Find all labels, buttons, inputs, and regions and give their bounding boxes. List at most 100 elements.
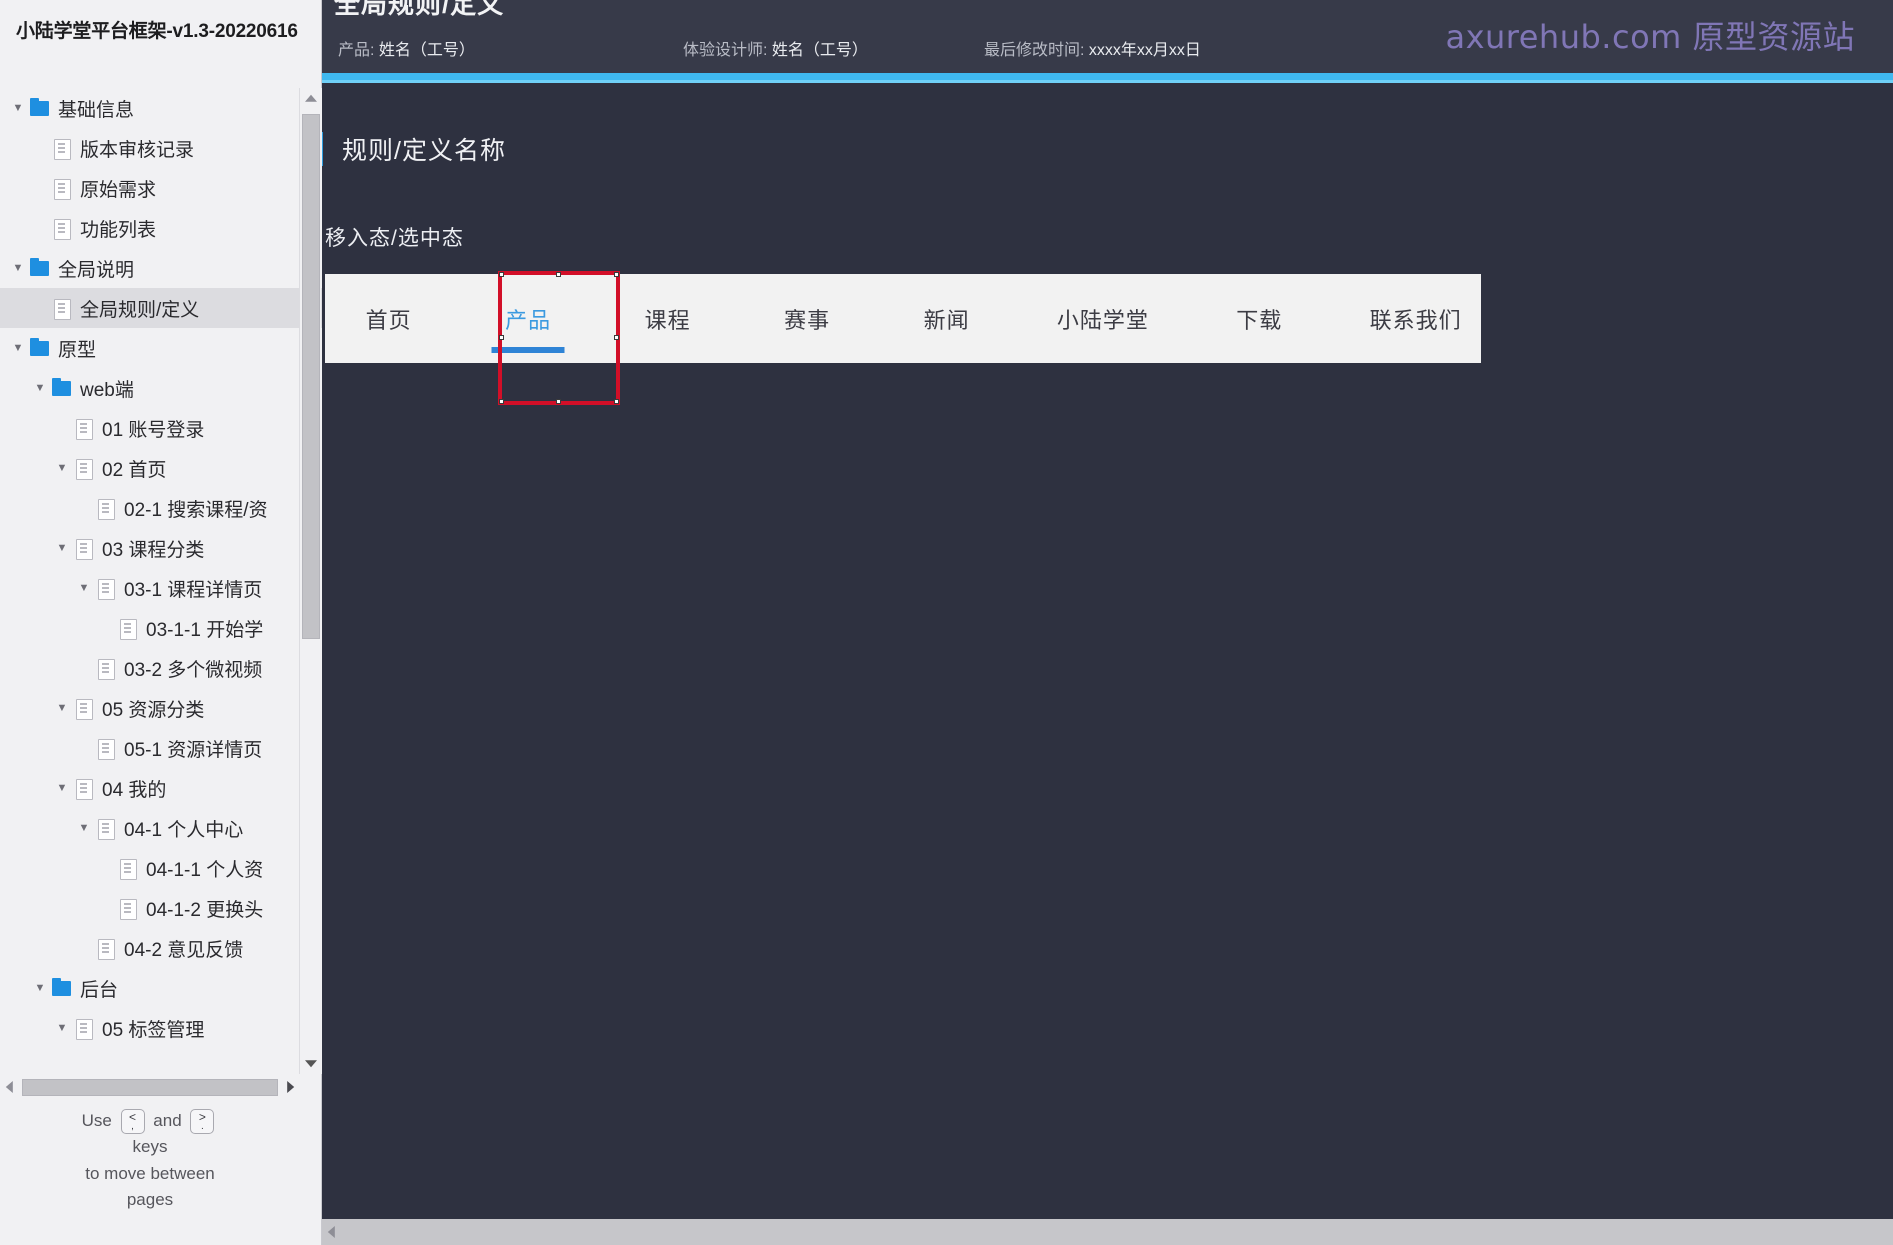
sitemap-node[interactable]: ▼ 02 首页 <box>0 448 322 488</box>
page-icon <box>50 218 74 240</box>
nav-item-spacer <box>577 274 619 363</box>
resize-handle-se[interactable] <box>614 399 619 404</box>
project-title: 小陆学堂平台框架-v1.3-20220616 <box>16 21 298 42</box>
meta-designer: 体验设计师: 姓名（工号） <box>683 36 868 60</box>
sitemap-node-label: 03-1 课程详情页 <box>124 579 263 601</box>
tree-vertical-scroll-thumb[interactable] <box>302 114 320 639</box>
sitemap-node[interactable]: ▼ 04-1-2 更换头 <box>0 888 322 928</box>
sitemap-node[interactable]: ▼ 03 课程分类 <box>0 528 322 568</box>
sitemap-node[interactable]: ▼ 全局规则/定义 <box>0 288 322 328</box>
canvas-horizontal-scrollbar[interactable] <box>322 1219 1893 1245</box>
sitemap-node[interactable]: ▼ 05-1 资源详情页 <box>0 728 322 768</box>
sitemap-node-label: 03-2 多个微视频 <box>124 659 263 681</box>
tree-expand-caret-icon[interactable]: ▼ <box>8 342 28 354</box>
sitemap-node[interactable]: ▼ 原型 <box>0 328 322 368</box>
sitemap-node[interactable]: ▼ 后台 <box>0 968 322 1008</box>
tree-caret-placeholder: ▼ <box>30 223 50 234</box>
page-icon <box>116 898 140 920</box>
page-icon <box>72 458 96 480</box>
meta-modified-key: 最后修改时间: <box>984 42 1085 59</box>
tree-expand-caret-icon[interactable]: ▼ <box>52 702 72 714</box>
page-icon <box>50 138 74 160</box>
tree-expand-caret-icon[interactable]: ▼ <box>52 542 72 554</box>
sitemap-node-label: 05 资源分类 <box>102 699 205 721</box>
nav-item-spacer <box>1168 274 1210 363</box>
tree-horizontal-scroll-thumb[interactable] <box>22 1078 278 1096</box>
site-nav-bar: 首页 产品 课程 赛事 新闻 小陆学堂 下载 联系我们 <box>325 274 1481 363</box>
tree-expand-caret-icon[interactable]: ▼ <box>30 982 50 994</box>
sitemap-node-label: 04-1 个人中心 <box>124 819 244 841</box>
hint-use-label: Use <box>81 1111 112 1130</box>
sitemap-node[interactable]: ▼ 版本审核记录 <box>0 128 322 168</box>
header-accent-rule <box>322 73 1893 80</box>
nav-item-1[interactable]: 产品 <box>480 274 577 363</box>
tree-expand-caret-icon[interactable]: ▼ <box>8 262 28 274</box>
sitemap-node-label: 原始需求 <box>80 179 157 201</box>
sitemap-node-label: web端 <box>80 379 134 401</box>
sitemap-node[interactable]: ▼ 03-2 多个微视频 <box>0 648 322 688</box>
folder-icon <box>28 98 52 118</box>
scroll-right-arrow-icon[interactable] <box>280 1074 300 1100</box>
nav-item-4[interactable]: 新闻 <box>898 274 995 363</box>
nav-item-7[interactable]: 联系我们 <box>1350 274 1481 363</box>
page-icon <box>94 578 118 600</box>
sitemap-node[interactable]: ▼ 01 账号登录 <box>0 408 322 448</box>
nav-item-3[interactable]: 赛事 <box>759 274 856 363</box>
scroll-down-arrow-icon[interactable] <box>300 1052 322 1074</box>
sitemap-node-label: 原型 <box>58 339 97 361</box>
tree-caret-placeholder: ▼ <box>30 183 50 194</box>
hint-line-1: Use < , and > . <box>0 1108 300 1135</box>
document-header: 全局规则/定义 产品: 姓名（工号） 体验设计师: 姓名（工号） 最后修改时间:… <box>322 0 1893 73</box>
canvas-scroll-left-arrow-icon[interactable] <box>322 1219 342 1245</box>
scroll-left-arrow-icon[interactable] <box>0 1074 20 1100</box>
tree-expand-caret-icon[interactable]: ▼ <box>52 1022 72 1034</box>
prev-page-key-icon: < , <box>120 1108 145 1135</box>
scroll-up-arrow-icon[interactable] <box>300 88 322 110</box>
meta-product-key: 产品: <box>338 42 375 59</box>
sitemap-tree-scroll-area[interactable]: ▼ 基础信息 ▼ 版本审核记录 ▼ 原始需求 ▼ 功能列表 ▼ 全局说明 ▼ 全局规则/定义 ▼ 原型 ▼ w… <box>0 88 322 1074</box>
nav-item-label: 产品 <box>505 307 552 333</box>
sitemap-node[interactable]: ▼ 全局说明 <box>0 248 322 288</box>
nav-item-spacer <box>1308 274 1350 363</box>
sitemap-node[interactable]: ▼ 05 资源分类 <box>0 688 322 728</box>
tree-expand-caret-icon[interactable]: ▼ <box>74 822 94 834</box>
sitemap-node[interactable]: ▼ 04-2 意见反馈 <box>0 928 322 968</box>
nav-item-6[interactable]: 下载 <box>1211 274 1308 363</box>
sitemap-node-label: 04-2 意见反馈 <box>124 939 244 961</box>
sitemap-node[interactable]: ▼ 03-1 课程详情页 <box>0 568 322 608</box>
hint-line-3: to move between <box>85 1163 215 1183</box>
nav-item-0[interactable]: 首页 <box>340 274 437 363</box>
sitemap-node[interactable]: ▼ 功能列表 <box>0 208 322 248</box>
nav-item-label: 新闻 <box>923 307 970 333</box>
sitemap-node[interactable]: ▼ 04-1 个人中心 <box>0 808 322 848</box>
nav-item-label: 小陆学堂 <box>1056 307 1149 333</box>
tree-expand-caret-icon[interactable]: ▼ <box>30 382 50 394</box>
nav-item-label: 首页 <box>365 307 412 333</box>
page-icon <box>72 538 96 560</box>
sitemap-node[interactable]: ▼ 02-1 搜索课程/资 <box>0 488 322 528</box>
resize-handle-s[interactable] <box>556 399 561 404</box>
tree-expand-caret-icon[interactable]: ▼ <box>74 582 94 594</box>
sitemap-node[interactable]: ▼ 原始需求 <box>0 168 322 208</box>
tree-expand-caret-icon[interactable]: ▼ <box>52 782 72 794</box>
meta-designer-value: 姓名（工号） <box>771 42 868 59</box>
section-title: 规则/定义名称 <box>342 137 506 165</box>
tree-caret-placeholder: ▼ <box>96 623 116 634</box>
tree-expand-caret-icon[interactable]: ▼ <box>52 462 72 474</box>
nav-item-2[interactable]: 课程 <box>619 274 716 363</box>
sitemap-node[interactable]: ▼ web端 <box>0 368 322 408</box>
tree-horizontal-scrollbar[interactable] <box>0 1074 300 1100</box>
nav-item-spacer <box>995 274 1037 363</box>
page-icon <box>94 938 118 960</box>
sitemap-node-label: 02 首页 <box>102 459 167 481</box>
sitemap-node[interactable]: ▼ 基础信息 <box>0 88 322 128</box>
sitemap-node[interactable]: ▼ 05 标签管理 <box>0 1008 322 1048</box>
page-icon <box>50 298 74 320</box>
sitemap-node[interactable]: ▼ 04 我的 <box>0 768 322 808</box>
nav-item-5[interactable]: 小陆学堂 <box>1038 274 1169 363</box>
tree-vertical-scrollbar[interactable] <box>299 88 321 1074</box>
tree-expand-caret-icon[interactable]: ▼ <box>8 102 28 114</box>
resize-handle-sw[interactable] <box>499 399 504 404</box>
sitemap-node[interactable]: ▼ 04-1-1 个人资 <box>0 848 322 888</box>
sitemap-node[interactable]: ▼ 03-1-1 开始学 <box>0 608 322 648</box>
